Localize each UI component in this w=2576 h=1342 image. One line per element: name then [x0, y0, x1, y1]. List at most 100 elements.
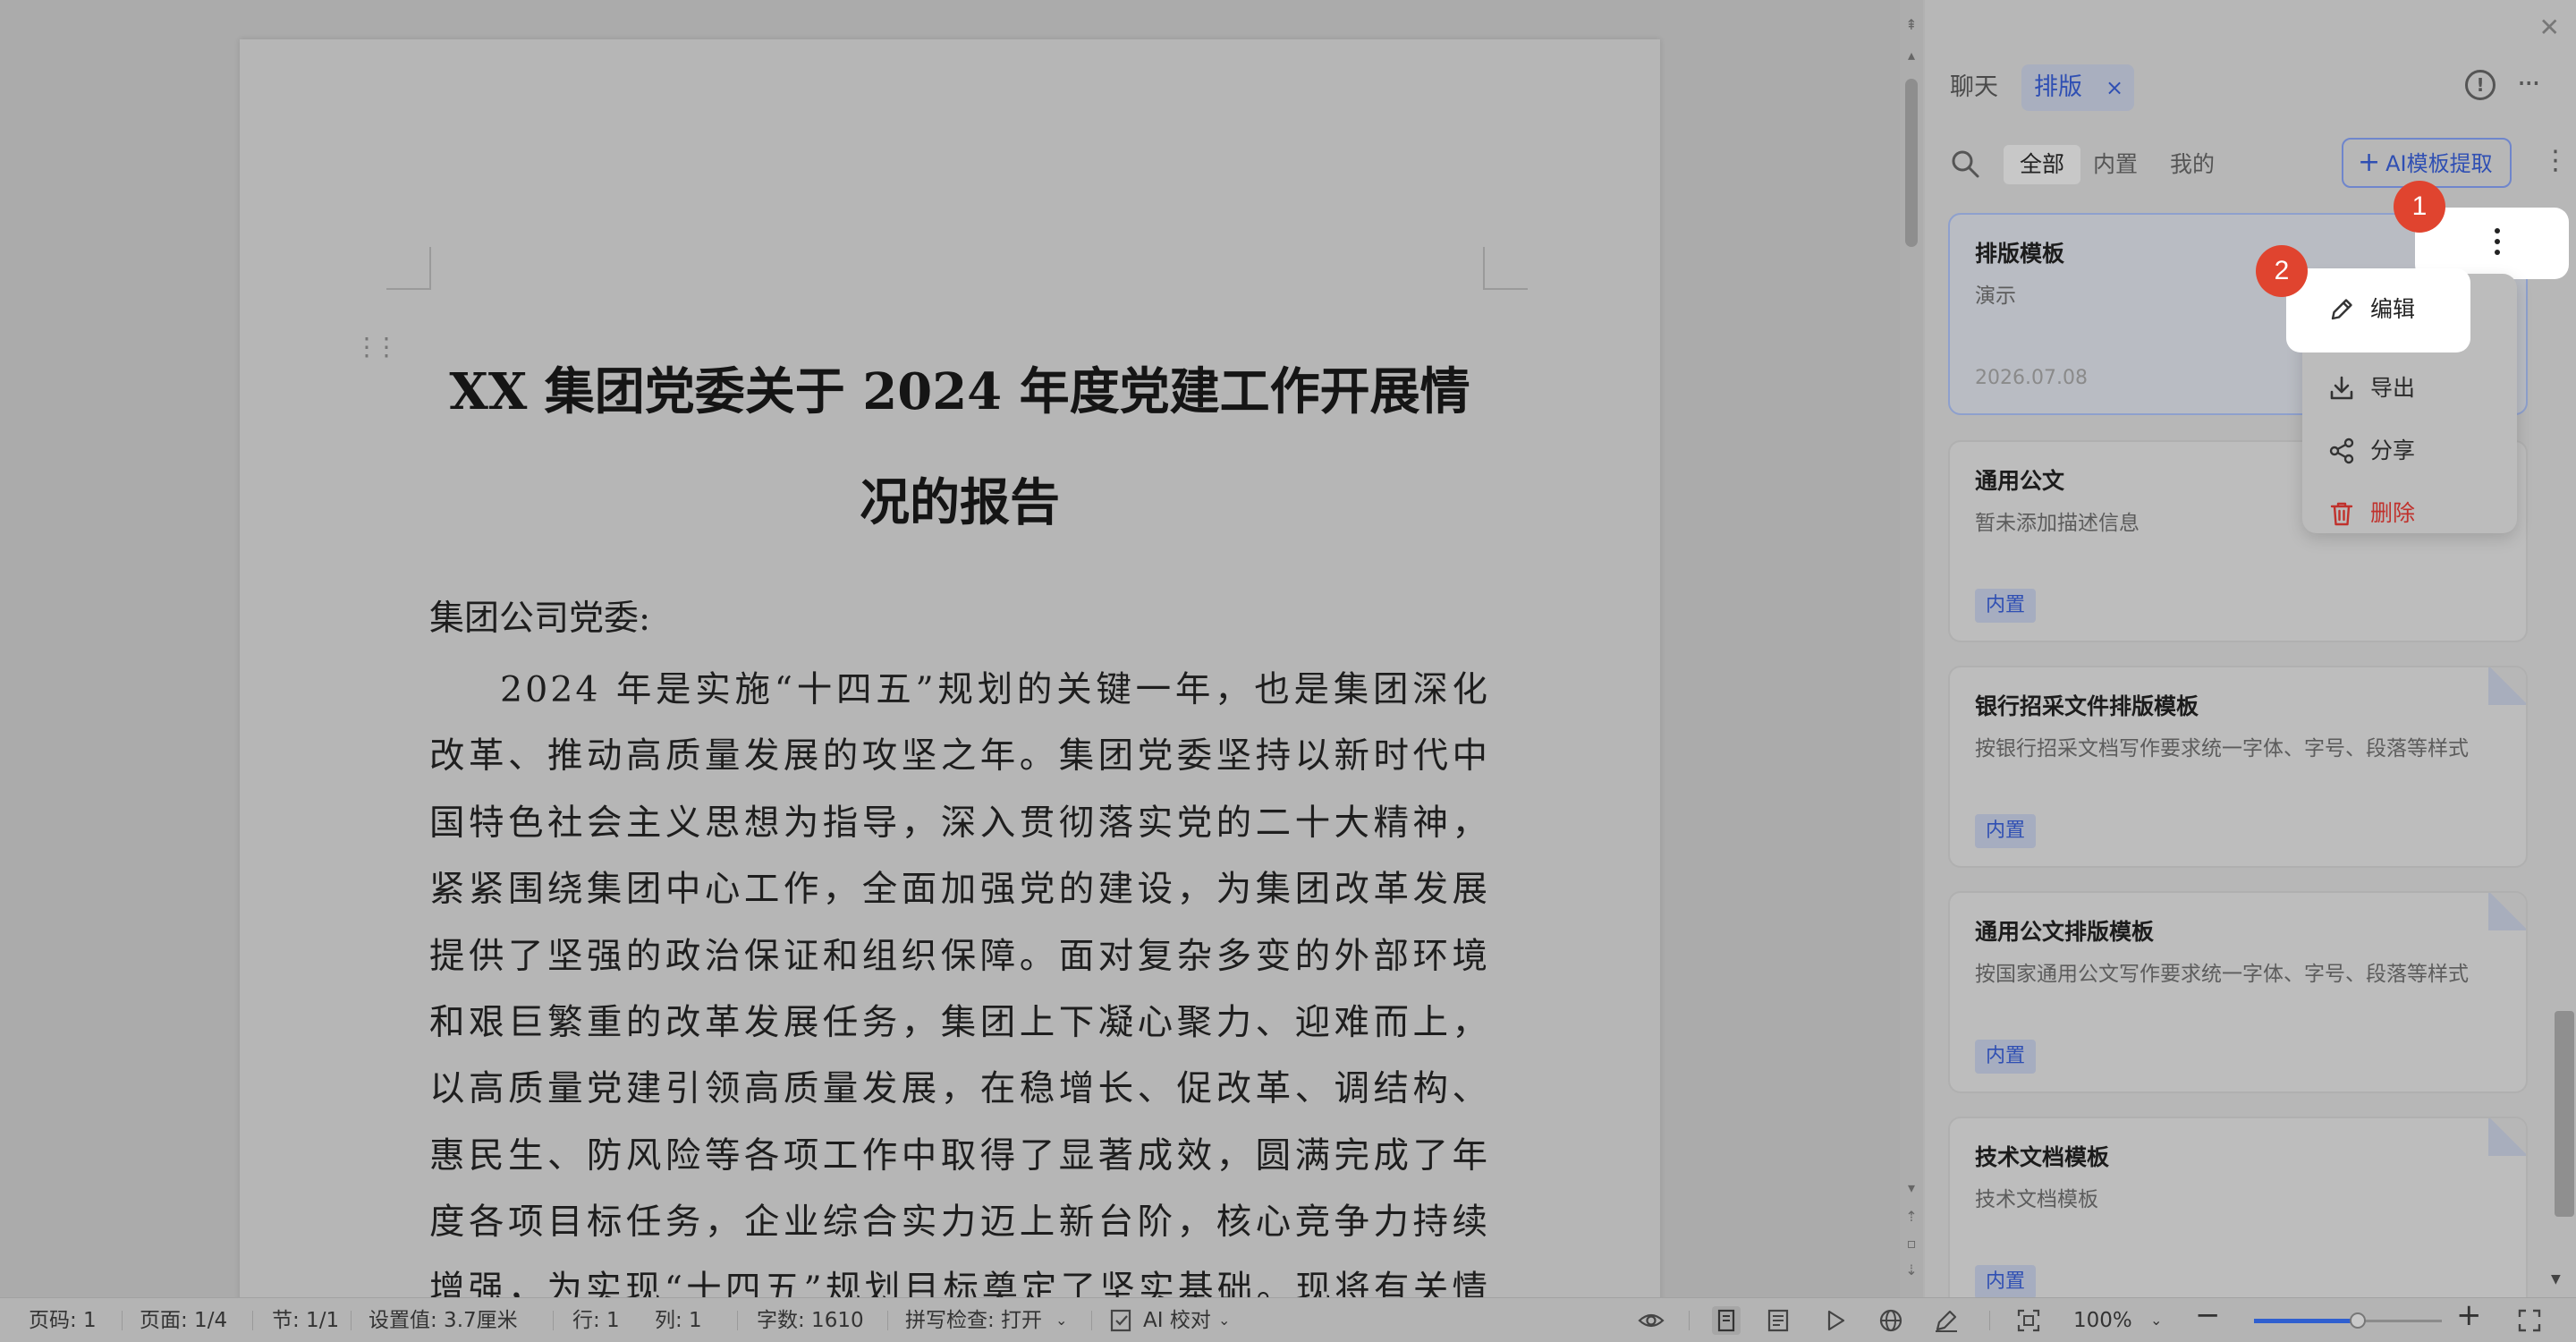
filter-builtin[interactable]: 内置	[2093, 145, 2138, 184]
step-callout-1: 1	[2394, 181, 2445, 233]
builtin-badge: 内置	[1975, 1265, 2037, 1297]
tab-layout-label: 排版	[2034, 73, 2082, 101]
zoom-in-icon[interactable]: +	[2456, 1300, 2482, 1330]
status-column[interactable]: 列: 1	[655, 1307, 702, 1334]
tab-chat[interactable]: 聊天	[1950, 70, 1998, 106]
chevron-down-icon[interactable]: ⌄	[2150, 1307, 2162, 1334]
menu-item-delete[interactable]: 删除	[2302, 485, 2517, 542]
pen-icon[interactable]	[1932, 1306, 1961, 1335]
menu-item-label: 编辑	[2370, 296, 2416, 322]
zoom-out-icon[interactable]: −	[2195, 1300, 2221, 1330]
fullscreen-icon[interactable]	[2515, 1306, 2544, 1335]
status-word-count[interactable]: 字数: 1610	[757, 1307, 864, 1334]
tab-layout[interactable]: 排版 ×	[2021, 64, 2134, 111]
menu-item-label: 导出	[2370, 375, 2416, 401]
scroll-down-icon[interactable]: ▾	[1900, 1179, 1923, 1197]
outline-view-icon[interactable]	[1764, 1306, 1792, 1335]
template-card-title: 银行招采文件排版模板	[1975, 693, 2199, 719]
status-section[interactable]: 节: 1/1	[272, 1307, 339, 1334]
share-icon	[2329, 437, 2354, 464]
divider	[122, 1311, 123, 1330]
plus-icon: +	[2358, 147, 2381, 178]
divider	[553, 1311, 554, 1330]
layout-side-panel: ✕ 聊天 排版 × ! ··· 全部 内置 我的 + AI模板提取 ⋮ 排版模板 …	[1925, 0, 2576, 1297]
template-card[interactable]: 通用公文排版模板 按国家通用公文写作要求统一字体、字号、段落等样式 内置	[1948, 891, 2528, 1093]
divider	[252, 1311, 253, 1330]
zoom-slider-fill	[2254, 1319, 2358, 1323]
status-page-number[interactable]: 页码: 1	[29, 1307, 97, 1334]
status-bar: 页码: 1 页面: 1/4 节: 1/1 设置值: 3.7厘米 行: 1 列: …	[0, 1297, 2576, 1342]
card-corner-fold	[2488, 667, 2526, 705]
menu-item-share[interactable]: 分享	[2302, 422, 2517, 480]
filter-more-icon[interactable]: ⋮	[2542, 143, 2569, 179]
filter-mine[interactable]: 我的	[2170, 145, 2215, 184]
margin-corner-top-left	[386, 247, 431, 290]
help-icon[interactable]: !	[2465, 70, 2496, 100]
status-setting-value[interactable]: 设置值: 3.7厘米	[369, 1307, 518, 1334]
collapse-icon[interactable]: ⇞	[1900, 16, 1923, 34]
trash-icon	[2330, 502, 2353, 526]
card-corner-fold	[2488, 893, 2526, 930]
filter-all[interactable]: 全部	[2004, 145, 2080, 184]
ai-template-extract-button[interactable]: + AI模板提取	[2342, 138, 2512, 188]
card-more-icon[interactable]	[2488, 224, 2506, 259]
menu-item-label: 删除	[2370, 500, 2416, 526]
document-title[interactable]: XX 集团党委关于 2024 年度党建工作开展情况的报告	[428, 336, 1492, 558]
divider	[887, 1311, 888, 1330]
page-view-icon[interactable]	[1712, 1306, 1741, 1335]
template-card-title: 排版模板	[1975, 241, 2065, 267]
document-scroll-thumb[interactable]	[1905, 79, 1918, 247]
previous-page-icon[interactable]: ⇡	[1900, 1208, 1923, 1226]
status-row[interactable]: 行: 1	[572, 1307, 620, 1334]
drag-handle-icon[interactable]: ⋮⋮	[354, 331, 399, 363]
template-card[interactable]: 银行招采文件排版模板 按银行招采文档写作要求统一字体、字号、段落等样式 内置	[1948, 666, 2528, 868]
ai-template-extract-label: AI模板提取	[2385, 151, 2493, 176]
menu-item-edit[interactable]: 编辑	[2286, 268, 2470, 352]
template-card-title: 通用公文	[1975, 468, 2065, 494]
search-icon[interactable]	[1950, 149, 1980, 179]
chevron-down-icon[interactable]: ⌄	[1218, 1307, 1230, 1334]
panel-close-icon[interactable]: ✕	[2539, 13, 2560, 43]
download-icon	[2330, 376, 2353, 400]
template-card-desc: 技术文档模板	[1975, 1188, 2098, 1211]
fit-page-icon[interactable]	[2014, 1306, 2043, 1335]
ai-proofread-icon	[1110, 1309, 1131, 1332]
menu-item-export[interactable]: 导出	[2302, 360, 2517, 417]
template-card-desc: 按国家通用公文写作要求统一字体、字号、段落等样式	[1975, 963, 2469, 986]
document-page[interactable]: ⋮⋮ XX 集团党委关于 2024 年度党建工作开展情况的报告 集团公司党委: …	[240, 39, 1660, 1297]
status-ai-proofread[interactable]: AI 校对	[1143, 1307, 1211, 1334]
builtin-badge: 内置	[1975, 1040, 2037, 1074]
pencil-icon	[2331, 299, 2352, 320]
tab-close-icon[interactable]: ×	[2106, 72, 2123, 104]
document-body-paragraph[interactable]: 2024 年是实施“十四五”规划的关键一年，也是集团深化改革、推动高质量发展的攻…	[429, 657, 1490, 1297]
web-view-icon[interactable]	[1877, 1306, 1905, 1335]
step-callout-2: 2	[2256, 245, 2308, 297]
builtin-badge: 内置	[1975, 589, 2037, 623]
scroll-up-icon[interactable]: ▴	[1900, 47, 1923, 64]
divider	[351, 1311, 352, 1330]
next-page-icon[interactable]: ⇣	[1900, 1261, 1923, 1279]
template-card-date: 2026.07.08	[1975, 367, 2088, 389]
menu-item-label: 分享	[2370, 437, 2416, 463]
divider	[737, 1311, 738, 1330]
status-spellcheck[interactable]: 拼写检查: 打开	[905, 1307, 1042, 1334]
eye-icon[interactable]	[1637, 1306, 1665, 1335]
divider	[1689, 1311, 1690, 1330]
chevron-down-icon[interactable]: ⌄	[1055, 1307, 1067, 1334]
panel-scroll-down-icon[interactable]: ▼	[2551, 1272, 2561, 1287]
template-card-desc: 按银行招采文档写作要求统一字体、字号、段落等样式	[1975, 737, 2469, 760]
card-corner-fold	[2488, 1118, 2526, 1156]
status-pages[interactable]: 页面: 1/4	[140, 1307, 227, 1334]
select-browse-object-icon[interactable]: ▫	[1900, 1235, 1923, 1253]
divider	[1989, 1311, 1990, 1330]
panel-scroll-thumb[interactable]	[2555, 1011, 2574, 1217]
template-card-title: 通用公文排版模板	[1975, 919, 2155, 945]
document-salutation[interactable]: 集团公司党委:	[429, 590, 650, 641]
document-scrollbar[interactable]: ⇞ ▴ ▾ ⇡ ▫ ⇣	[1900, 0, 1923, 1297]
play-icon[interactable]	[1821, 1306, 1850, 1335]
template-card[interactable]: 技术文档模板 技术文档模板 内置	[1948, 1117, 2528, 1297]
zoom-slider-handle[interactable]	[2349, 1312, 2366, 1329]
divider	[1091, 1311, 1092, 1330]
more-options-icon[interactable]: ···	[2517, 68, 2540, 98]
zoom-level[interactable]: 100%	[2073, 1307, 2132, 1334]
